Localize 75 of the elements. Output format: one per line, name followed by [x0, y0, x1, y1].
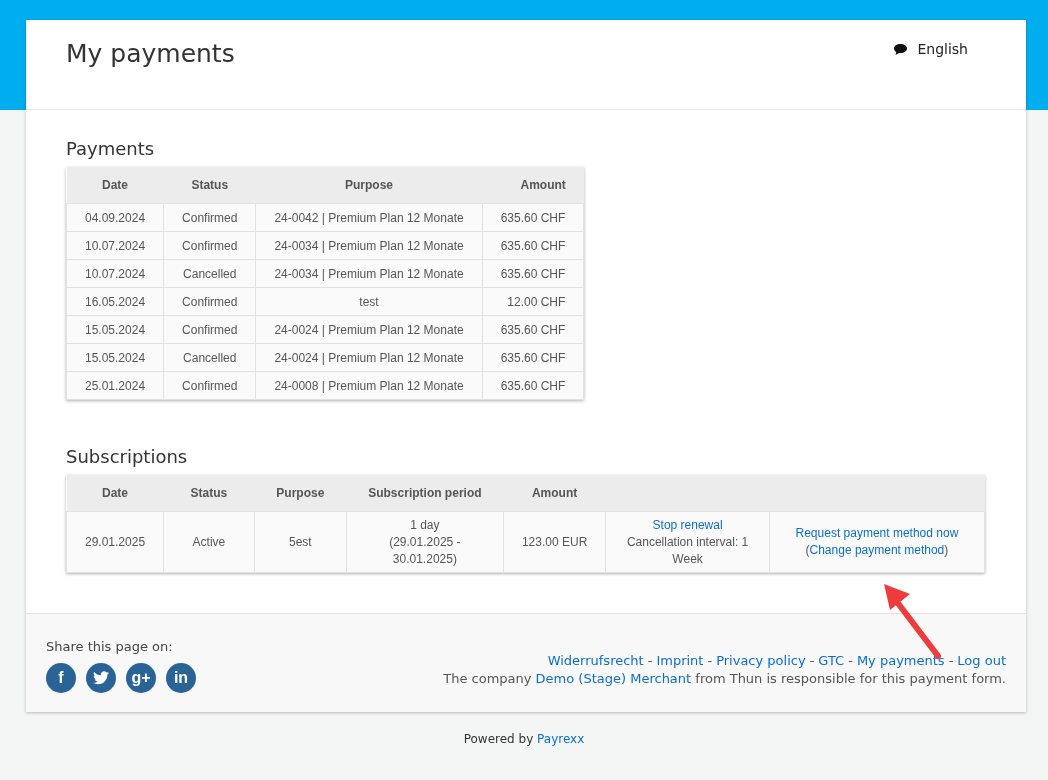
- table-cell: Confirmed: [163, 287, 256, 316]
- table-cell: Confirmed: [163, 231, 256, 260]
- footer-link[interactable]: Widerrufsrecht: [547, 653, 644, 668]
- column-header: Purpose: [254, 475, 347, 512]
- share-label: Share this page on:: [46, 639, 173, 654]
- table-cell: 635.60 CHF: [482, 343, 584, 372]
- table-cell: 15.05.2024: [66, 315, 164, 344]
- table-cell: 15.05.2024: [66, 343, 164, 372]
- table-cell: 635.60 CHF: [482, 259, 584, 288]
- table-cell: 5est: [254, 511, 347, 573]
- cancellation-text: Cancellation interval: 1 Week: [625, 533, 750, 568]
- footer-link[interactable]: Log out: [957, 653, 1006, 668]
- footer-link[interactable]: Privacy policy: [716, 653, 806, 668]
- table-cell: 24-0034 | Premium Plan 12 Monate: [255, 231, 483, 260]
- table-cell: Confirmed: [163, 315, 256, 344]
- speech-bubble-icon: [893, 42, 909, 56]
- table-cell: 635.60 CHF: [482, 371, 584, 400]
- change-payment-link[interactable]: Change payment method: [809, 543, 945, 557]
- company-link[interactable]: Demo (Stage) Merchant: [535, 671, 692, 686]
- column-header: Date: [66, 475, 164, 512]
- bird-icon: [93, 671, 109, 685]
- table-cell: 29.01.2025: [66, 511, 164, 573]
- powered-by-text: Powered by Payrexx: [462, 732, 586, 746]
- period-range: (29.01.2025 - 30.01.2025): [388, 533, 462, 568]
- column-header: Amount: [503, 475, 606, 512]
- table-cell: 25.01.2024: [66, 371, 164, 400]
- period-text: 1 day: [409, 516, 441, 534]
- table-cell: 24-0034 | Premium Plan 12 Monate: [255, 259, 483, 288]
- column-header: Date: [66, 167, 164, 204]
- table-cell: Confirmed: [163, 371, 256, 400]
- table-cell: Cancelled: [163, 343, 256, 372]
- stop-renewal-link[interactable]: Stop renewal: [624, 516, 751, 534]
- facebook-button[interactable]: f: [46, 663, 76, 693]
- linkedin-button[interactable]: in: [166, 663, 196, 693]
- link-separator: -: [809, 653, 815, 668]
- column-header: Purpose: [255, 167, 483, 204]
- table-cell: test: [255, 287, 483, 316]
- link-separator: -: [948, 653, 954, 668]
- table-cell: Active: [163, 511, 255, 573]
- footer-link[interactable]: Imprint: [656, 653, 704, 668]
- link-separator: -: [707, 653, 713, 668]
- language-selector[interactable]: English: [893, 41, 968, 57]
- table-cell: 24-0042 | Premium Plan 12 Monate: [255, 203, 483, 232]
- table-cell: 24-0024 | Premium Plan 12 Monate: [255, 343, 483, 372]
- table-cell: Cancelled: [163, 259, 256, 288]
- table-cell: 10.07.2024: [66, 231, 164, 260]
- paren-text: ): [944, 543, 949, 557]
- payrexx-link[interactable]: Payrexx: [537, 732, 585, 746]
- request-payment-link[interactable]: Request payment method now: [787, 525, 966, 542]
- link-separator: -: [848, 653, 853, 668]
- table-cell: 635.60 CHF: [482, 203, 584, 232]
- link-separator: -: [647, 653, 653, 668]
- company-notice: The company Demo (Stage) Merchant from Thun is responsible for this payment form.: [443, 671, 1006, 686]
- column-header: Subscription period: [346, 475, 504, 512]
- table-cell: 123.00 EUR: [503, 511, 606, 573]
- table-cell: 24-0024 | Premium Plan 12 Monate: [255, 315, 483, 344]
- table-cell: 16.05.2024: [66, 287, 164, 316]
- section-heading: Payments: [66, 138, 156, 159]
- table-cell: 04.09.2024: [66, 203, 164, 232]
- google-plus-button[interactable]: g+: [126, 663, 156, 693]
- paren-text: (: [805, 543, 810, 557]
- page-title: My payments: [66, 39, 235, 68]
- section-heading: Subscriptions: [66, 446, 189, 467]
- table-cell: 12.00 CHF: [482, 287, 584, 316]
- table-cell: 635.60 CHF: [482, 315, 584, 344]
- column-header: Amount: [482, 167, 584, 204]
- table-cell: 10.07.2024: [66, 259, 164, 288]
- footer-link[interactable]: GTC: [818, 653, 845, 668]
- column-header: Status: [163, 167, 256, 204]
- table-cell: Confirmed: [163, 203, 256, 232]
- table-cell: 635.60 CHF: [482, 231, 584, 260]
- column-header: Status: [163, 475, 255, 512]
- table-cell: 24-0008 | Premium Plan 12 Monate: [255, 371, 483, 400]
- twitter-button[interactable]: [86, 663, 116, 693]
- footer-link[interactable]: My payments: [856, 653, 945, 668]
